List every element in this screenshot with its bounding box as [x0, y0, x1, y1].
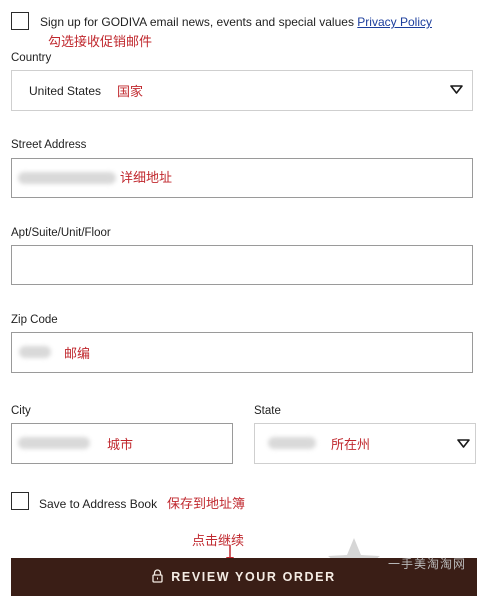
save-address-checkbox[interactable] — [11, 492, 29, 510]
city-label: City — [11, 405, 31, 417]
zip-label: Zip Code — [11, 314, 58, 326]
redacted-state-value — [268, 437, 316, 449]
country-select[interactable]: United States 国家 — [11, 70, 473, 111]
redacted-street-value — [18, 172, 116, 184]
email-signup-checkbox[interactable] — [11, 12, 29, 30]
redacted-city-value — [18, 437, 90, 449]
city-input[interactable]: 城市 — [11, 423, 233, 464]
privacy-policy-link[interactable]: Privacy Policy — [357, 15, 432, 29]
watermark-text: 一手美淘淘网 — [388, 557, 467, 571]
street-label: Street Address — [11, 139, 87, 151]
country-label: Country — [11, 52, 52, 64]
save-address-label: Save to Address Book — [39, 497, 158, 511]
state-select[interactable]: 所在州 — [254, 423, 476, 464]
redacted-zip-value — [19, 346, 51, 358]
triangle-down-icon — [450, 85, 463, 95]
zip-code-input[interactable]: 邮编 — [11, 332, 473, 373]
state-annotation: 所在州 — [331, 437, 371, 452]
street-address-input[interactable]: 详细地址 — [11, 158, 473, 198]
email-signup-label: Sign up for GODIVA email news, events an… — [40, 15, 432, 29]
country-annotation: 国家 — [117, 84, 144, 99]
city-annotation: 城市 — [107, 437, 134, 452]
apt-label: Apt/Suite/Unit/Floor — [11, 227, 111, 239]
apt-input[interactable] — [11, 245, 473, 285]
state-label: State — [254, 405, 281, 417]
review-order-label: REVIEW YOUR ORDER — [171, 570, 336, 584]
triangle-down-icon — [457, 439, 470, 449]
lock-icon — [152, 568, 163, 586]
continue-annotation: 点击继续 — [192, 533, 245, 548]
email-signup-text: Sign up for GODIVA email news, events an… — [40, 15, 354, 29]
zip-annotation: 邮编 — [64, 346, 91, 361]
country-value: United States — [29, 84, 102, 98]
street-annotation: 详细地址 — [120, 170, 173, 185]
signup-annotation: 勾选接收促销邮件 — [48, 34, 153, 49]
save-address-annotation: 保存到地址簿 — [167, 496, 246, 511]
